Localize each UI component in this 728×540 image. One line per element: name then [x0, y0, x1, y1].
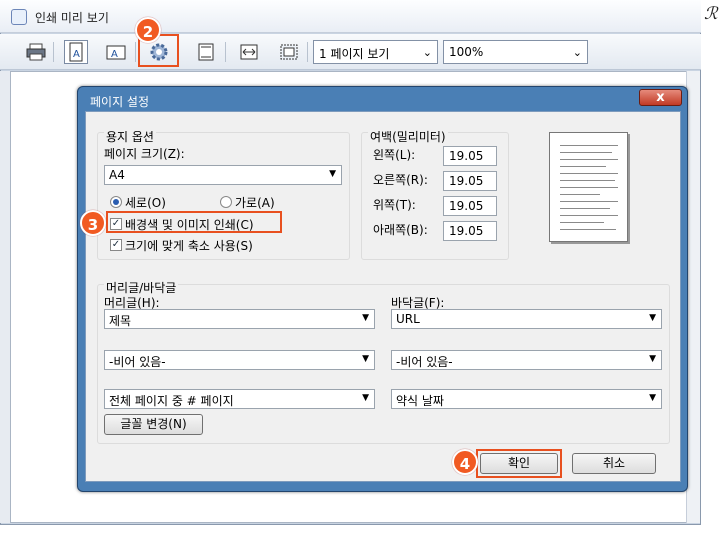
watermark: ℛ — [704, 4, 718, 24]
chevron-down-icon: ⌄ — [572, 46, 582, 59]
dropdown-arrow-icon: ▼ — [362, 393, 369, 403]
footer-select-3[interactable]: 약식 날짜 ▼ — [391, 389, 662, 409]
page-size-select[interactable]: A4 ▼ — [104, 165, 342, 185]
margin-left-input[interactable]: 19.05 — [443, 146, 497, 166]
dialog-title: 페이지 설정 — [90, 95, 150, 109]
left-scrollbar[interactable] — [0, 71, 10, 523]
view-select[interactable]: 1 페이지 보기 ⌄ — [313, 40, 438, 64]
portrait-radio-label: 세로(O) — [125, 196, 166, 210]
header-select-3-value: 전체 페이지 중 # 페이지 — [109, 394, 234, 408]
header-select-1[interactable]: 제목 ▼ — [104, 309, 375, 329]
svg-text:A: A — [73, 49, 80, 60]
footer-select-1[interactable]: URL ▼ — [391, 309, 662, 329]
margin-bottom-label: 아래쪽(B): — [373, 223, 428, 237]
shrink-to-fit-label: 크기에 맞게 축소 사용(S) — [125, 239, 253, 253]
footer-select-1-value: URL — [396, 312, 420, 326]
page-preview-thumbnail — [549, 132, 628, 242]
highlight-ok — [476, 449, 562, 478]
page-width-button[interactable] — [237, 40, 261, 64]
portrait-button[interactable]: A — [64, 40, 88, 64]
paper-options-label: 용지 옵션 — [104, 128, 156, 145]
view-select-value: 1 페이지 보기 — [319, 47, 390, 61]
close-button[interactable]: x — [639, 89, 682, 106]
full-page-button[interactable] — [277, 40, 301, 64]
header-footer-button[interactable] — [194, 40, 218, 64]
landscape-icon: A — [106, 45, 126, 60]
step-badge-3: 3 — [80, 210, 106, 236]
toolbar-separator — [307, 42, 308, 62]
header-select-2-value: -비어 있음- — [109, 355, 166, 369]
footer-select-2[interactable]: -비어 있음- ▼ — [391, 350, 662, 370]
change-font-button[interactable]: 글꼴 변경(N) — [104, 414, 203, 435]
zoom-select-value: 100% — [449, 45, 484, 59]
portrait-radio[interactable] — [110, 196, 122, 208]
header-select-1-value: 제목 — [109, 314, 132, 328]
toolbar-separator — [225, 42, 226, 62]
landscape-radio[interactable] — [220, 196, 232, 208]
portrait-icon: A — [69, 42, 83, 62]
margins-label: 여백(밀리미터) — [368, 128, 448, 145]
header-select-3[interactable]: 전체 페이지 중 # 페이지 ▼ — [104, 389, 375, 409]
header-footer-icon — [198, 43, 214, 61]
toolbar-separator — [135, 42, 136, 62]
margin-top-label: 위쪽(T): — [373, 198, 416, 212]
full-page-icon — [280, 44, 298, 60]
margin-right-label: 오른쪽(R): — [373, 173, 428, 187]
shrink-to-fit-checkbox[interactable]: ✓ — [110, 239, 122, 251]
page-size-value: A4 — [109, 168, 125, 182]
print-button[interactable] — [24, 40, 48, 64]
page-size-label: 페이지 크기(Z): — [104, 147, 185, 161]
cancel-button[interactable]: 취소 — [572, 453, 656, 474]
window-title: 인쇄 미리 보기 — [35, 11, 109, 25]
ie-app-icon — [11, 9, 27, 25]
step-badge-4: 4 — [452, 449, 478, 475]
dropdown-arrow-icon: ▼ — [362, 354, 369, 364]
dropdown-arrow-icon: ▼ — [329, 169, 336, 179]
vertical-scrollbar[interactable] — [686, 71, 700, 523]
margin-top-input[interactable]: 19.05 — [443, 196, 497, 216]
toolbar-separator — [53, 42, 54, 62]
chevron-down-icon: ⌄ — [422, 46, 432, 59]
step-badge-2: 2 — [135, 17, 161, 43]
landscape-radio-label: 가로(A) — [235, 196, 275, 210]
dropdown-arrow-icon: ▼ — [649, 354, 656, 364]
highlight-background — [106, 211, 282, 233]
dropdown-arrow-icon: ▼ — [649, 393, 656, 403]
footer-select-2-value: -비어 있음- — [396, 355, 453, 369]
margin-left-label: 왼쪽(L): — [373, 148, 416, 162]
landscape-button[interactable]: A — [104, 40, 128, 64]
svg-text:A: A — [111, 49, 118, 60]
zoom-select[interactable]: 100% ⌄ — [443, 40, 588, 64]
page-width-icon — [240, 44, 258, 60]
margin-right-input[interactable]: 19.05 — [443, 171, 497, 191]
dropdown-arrow-icon: ▼ — [362, 313, 369, 323]
footer-select-3-value: 약식 날짜 — [396, 394, 444, 408]
margin-bottom-input[interactable]: 19.05 — [443, 221, 497, 241]
dropdown-arrow-icon: ▼ — [649, 313, 656, 323]
header-select-2[interactable]: -비어 있음- ▼ — [104, 350, 375, 370]
printer-icon — [26, 43, 46, 61]
